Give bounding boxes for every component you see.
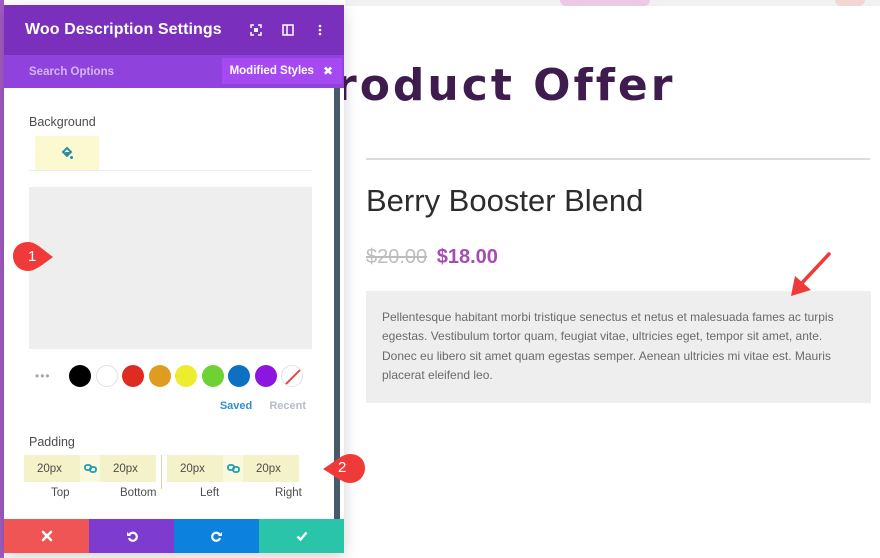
swatch-yellow[interactable]	[175, 365, 197, 387]
product-price: $20.00 $18.00	[366, 246, 498, 269]
link-top-bottom-icon[interactable]	[80, 455, 100, 482]
panel-body: Background ••• Saved Recent Padding 20px…	[4, 88, 340, 519]
swatch-red[interactable]	[122, 365, 144, 387]
product-description[interactable]: Pellentesque habitant morbi tristique se…	[366, 291, 871, 403]
divider	[366, 158, 870, 160]
background-color-tab[interactable]	[35, 136, 99, 170]
background-label: Background	[29, 115, 96, 129]
top-banner-strip	[345, 0, 880, 6]
swatch-orange[interactable]	[148, 365, 171, 387]
swatch-black[interactable]	[69, 365, 91, 387]
cancel-button[interactable]	[4, 519, 89, 553]
padding-right-input[interactable]: 20px	[243, 455, 299, 482]
padding-right-label: Right	[275, 487, 302, 499]
annotation-marker-1-label: 1	[28, 248, 37, 265]
clear-filter-icon[interactable]: ✖	[323, 64, 333, 78]
swatch-purple[interactable]	[254, 365, 277, 387]
padding-divider	[161, 455, 162, 489]
swatch-green[interactable]	[201, 365, 224, 387]
annotation-arrow-icon	[791, 252, 831, 296]
panel-title: Woo Description Settings	[25, 21, 222, 38]
split-view-icon[interactable]	[280, 22, 296, 38]
padding-inputs: 20px 20px 20px 20px	[24, 455, 314, 489]
settings-panel: Woo Description Settings Search Options …	[4, 5, 344, 553]
background-color-preview[interactable]	[29, 187, 312, 349]
redo-button[interactable]	[174, 519, 259, 553]
padding-left-label: Left	[200, 487, 220, 499]
padding-top-input[interactable]: 20px	[24, 455, 80, 482]
annotation-marker-2-label: 2	[338, 459, 347, 476]
more-options-icon[interactable]	[312, 22, 328, 38]
link-left-right-icon[interactable]	[223, 455, 243, 482]
saved-colors-tab[interactable]: Saved	[220, 400, 252, 412]
padding-bottom-label: Bottom	[120, 487, 157, 499]
modified-styles-label: Modified Styles	[229, 65, 314, 77]
recent-colors-tab[interactable]: Recent	[269, 400, 306, 412]
page-heading: roduct Offer	[335, 60, 676, 111]
screen: roduct Offer Berry Booster Blend $20.00 …	[0, 0, 880, 558]
swatch-blue[interactable]	[228, 365, 250, 387]
modified-styles-filter[interactable]: Modified Styles ✖	[221, 58, 342, 84]
undo-icon	[126, 531, 138, 542]
padding-label: Padding	[29, 435, 75, 449]
swatch-none-icon[interactable]	[281, 365, 303, 387]
panel-footer	[4, 519, 344, 553]
panel-tabs: Search Options Modified Styles ✖	[4, 55, 344, 88]
save-button[interactable]	[259, 519, 344, 553]
padding-bottom-input[interactable]: 20px	[100, 455, 156, 482]
more-colors-icon[interactable]: •••	[29, 369, 69, 383]
padding-left-input[interactable]: 20px	[167, 455, 223, 482]
color-swatches: •••	[29, 364, 312, 388]
product-title: Berry Booster Blend	[366, 183, 644, 218]
palette-tabs: Saved Recent	[29, 400, 312, 412]
swatch-white[interactable]	[95, 365, 118, 387]
redo-icon	[210, 531, 222, 542]
check-icon	[296, 531, 307, 542]
paint-bucket-icon	[61, 146, 73, 159]
undo-button[interactable]	[89, 519, 174, 553]
padding-top-label: Top	[51, 487, 70, 499]
fullscreen-icon[interactable]	[248, 22, 264, 38]
sale-price: $18.00	[436, 246, 498, 268]
regular-price: $20.00	[366, 246, 428, 268]
background-type-tabs	[29, 134, 312, 171]
panel-header[interactable]: Woo Description Settings	[4, 5, 344, 55]
close-icon	[41, 530, 52, 542]
